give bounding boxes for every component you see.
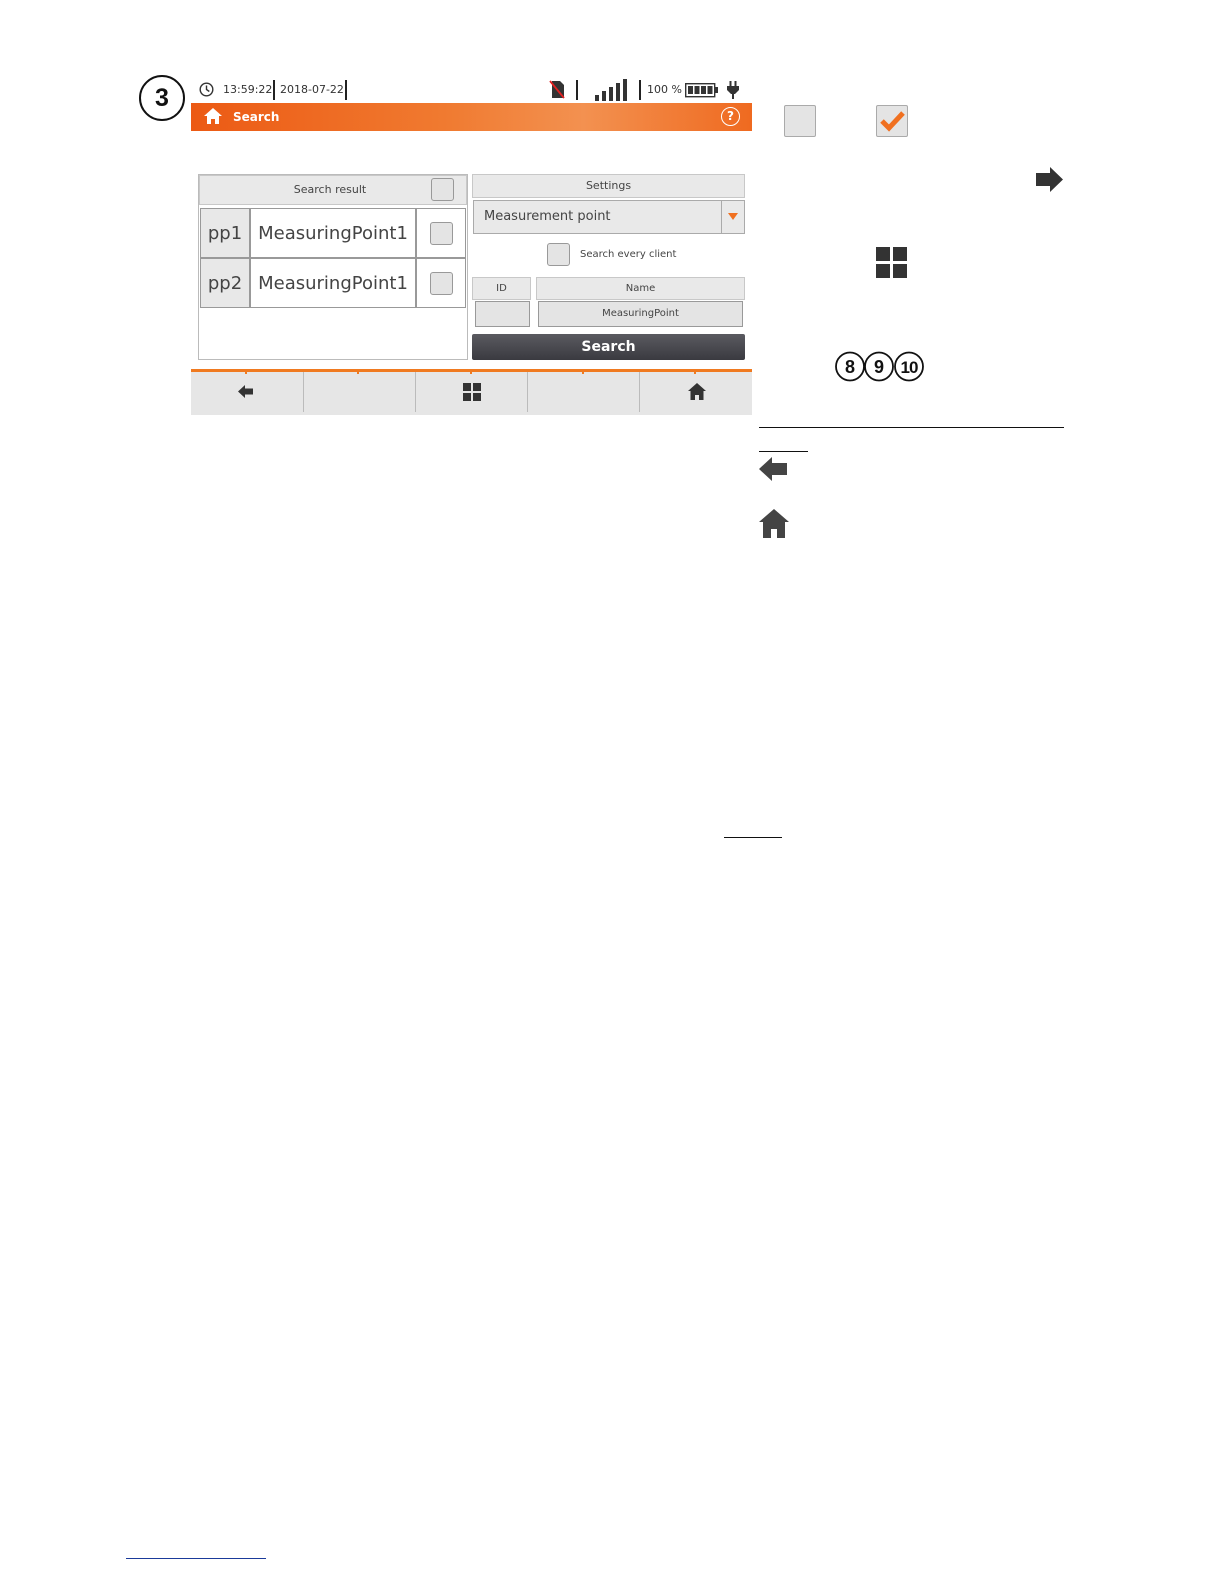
forward-arrow-icon <box>1036 167 1063 192</box>
battery-icon <box>685 83 718 98</box>
footnote-rule <box>126 1558 266 1559</box>
marker-9: 9 <box>874 357 884 377</box>
checked-checkbox-icon <box>876 105 908 137</box>
divider-line <box>759 427 1064 428</box>
result-checkbox[interactable] <box>429 221 453 245</box>
help-icon[interactable]: ? <box>721 107 740 126</box>
result-checkbox[interactable] <box>429 271 453 295</box>
signal-strength-icon <box>595 79 627 101</box>
empty-toolbar-button[interactable] <box>303 372 416 412</box>
back-icon <box>238 385 253 398</box>
checkmark-icon <box>880 111 905 132</box>
result-name: MeasuringPoint1 <box>250 208 416 258</box>
divider <box>639 80 641 100</box>
step-markers-8-9-10: 8 9 10 <box>835 351 924 382</box>
status-time: 13:59:22 <box>223 83 273 96</box>
settings-header: Settings <box>472 174 745 198</box>
back-button[interactable] <box>191 372 303 412</box>
screen-title: Search <box>233 110 280 124</box>
result-id: pp2 <box>200 258 250 308</box>
menu-button[interactable] <box>415 372 528 412</box>
battery-percent: 100 % <box>647 83 682 96</box>
unchecked-checkbox-icon <box>784 105 816 137</box>
marker-10: 10 <box>901 358 918 377</box>
divider-line <box>724 837 782 838</box>
result-row[interactable]: pp2 MeasuringPoint1 <box>200 258 466 308</box>
search-result-header: Search result <box>199 175 467 205</box>
divider <box>576 80 578 100</box>
empty-toolbar-button[interactable] <box>527 372 640 412</box>
clock-icon <box>199 82 214 97</box>
result-checkbox-cell <box>416 258 466 308</box>
back-arrow-icon <box>759 457 787 481</box>
divider <box>345 80 347 100</box>
home-icon <box>688 383 706 400</box>
result-name: MeasuringPoint1 <box>250 258 416 308</box>
status-bar: 13:59:22 2018-07-22 100 % <box>191 77 752 103</box>
menu-grid-icon <box>463 383 481 401</box>
select-all-checkbox[interactable] <box>431 178 454 201</box>
title-bar: Search ? <box>191 103 752 131</box>
id-label: ID <box>472 277 531 300</box>
divider <box>273 80 275 100</box>
home-icon[interactable] <box>203 107 223 125</box>
menu-grid-icon <box>876 247 907 278</box>
no-sd-card-icon <box>549 80 565 99</box>
marker-8: 8 <box>845 357 855 377</box>
search-every-client-checkbox[interactable] <box>547 243 570 266</box>
search-result-panel: Search result pp1 MeasuringPoint1 pp2 Me… <box>198 174 468 360</box>
search-result-header-label: Search result <box>293 183 367 196</box>
search-every-client-label: Search every client <box>580 249 677 260</box>
object-type-value: Measurement point <box>484 209 611 224</box>
home-icon <box>759 509 789 538</box>
id-input[interactable] <box>475 301 530 327</box>
result-row[interactable]: pp1 MeasuringPoint1 <box>200 208 466 258</box>
status-date: 2018-07-22 <box>280 83 344 96</box>
chevron-down-icon <box>728 213 738 220</box>
result-id: pp1 <box>200 208 250 258</box>
result-checkbox-cell <box>416 208 466 258</box>
bottom-toolbar <box>191 369 752 415</box>
name-input[interactable]: MeasuringPoint <box>538 301 743 327</box>
search-button[interactable]: Search <box>472 334 745 360</box>
object-type-dropdown[interactable]: Measurement point <box>473 200 745 234</box>
name-label: Name <box>536 277 745 300</box>
step-number-marker: 3 <box>139 75 185 121</box>
dropdown-arrow-box <box>721 201 744 233</box>
power-plug-icon <box>727 81 739 99</box>
device-screen: 13:59:22 2018-07-22 100 % Search ? Searc… <box>191 77 752 415</box>
home-button[interactable] <box>639 372 752 412</box>
divider-line <box>759 451 808 452</box>
